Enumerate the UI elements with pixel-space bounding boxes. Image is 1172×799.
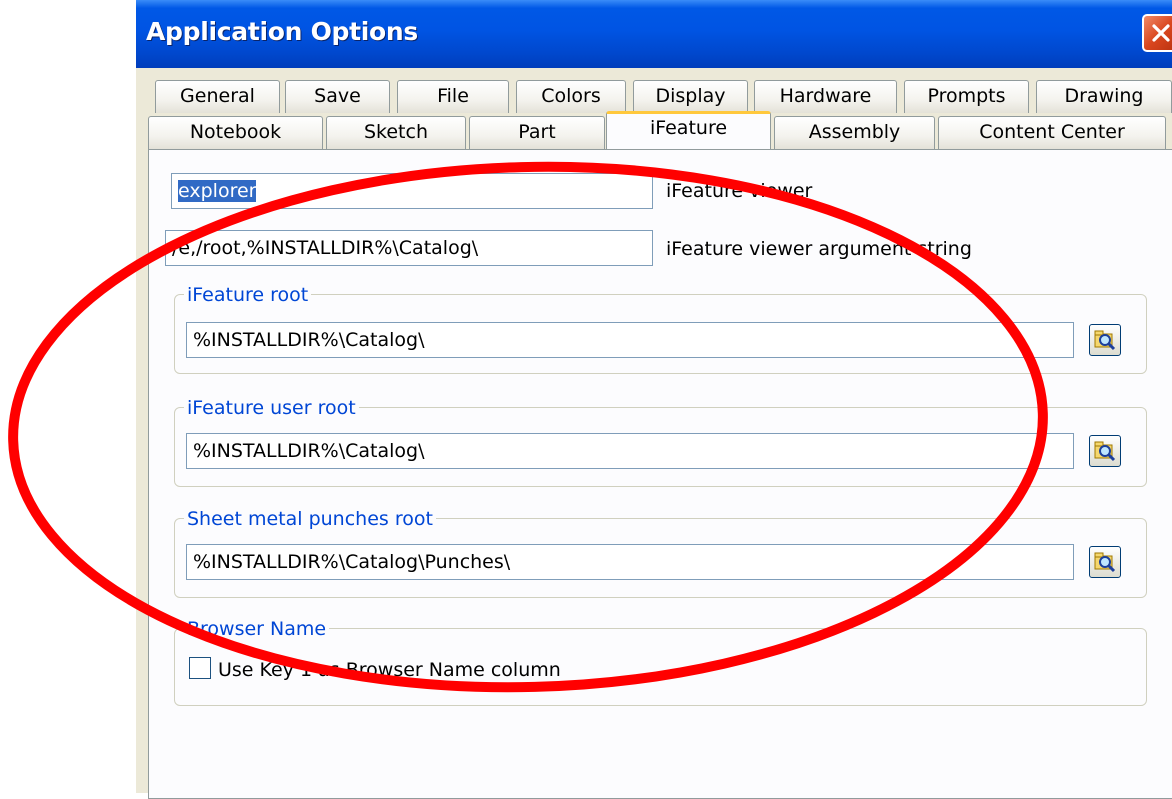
tab-assembly[interactable]: Assembly <box>774 116 935 149</box>
viewer-argument-label: iFeature viewer argument string <box>666 238 972 260</box>
punches-root-input[interactable]: %INSTALLDIR%\Catalog\Punches\ <box>186 544 1074 580</box>
ifeature-viewer-value: explorer <box>178 180 257 202</box>
folder-search-icon <box>1094 441 1116 462</box>
tab-file[interactable]: File <box>397 80 509 113</box>
ifeature-viewer-label: iFeature viewer <box>666 180 813 202</box>
ifeature-viewer-input[interactable]: explorer <box>171 173 653 209</box>
close-icon <box>1152 24 1170 42</box>
tab-colors[interactable]: Colors <box>516 80 626 113</box>
tab-part[interactable]: Part <box>469 116 605 149</box>
browser-name-legend: Browser Name <box>184 618 330 640</box>
viewer-argument-input[interactable]: /e,/root,%INSTALLDIR%\Catalog\ <box>165 230 653 266</box>
punches-root-browse-button[interactable] <box>1089 546 1121 578</box>
ifeature-root-legend: iFeature root <box>184 284 312 306</box>
tab-general[interactable]: General <box>155 80 280 113</box>
tab-hardware[interactable]: Hardware <box>754 80 897 113</box>
tab-prompts[interactable]: Prompts <box>904 80 1029 113</box>
use-key1-checkbox[interactable] <box>189 657 211 679</box>
ifeature-root-browse-button[interactable] <box>1089 324 1121 356</box>
ifeature-user-root-input[interactable]: %INSTALLDIR%\Catalog\ <box>186 433 1074 469</box>
tab-save[interactable]: Save <box>285 80 390 113</box>
folder-search-icon <box>1094 330 1116 351</box>
folder-search-icon <box>1094 552 1116 573</box>
ifeature-user-root-browse-button[interactable] <box>1089 435 1121 467</box>
title-bar[interactable]: Application Options <box>136 0 1172 68</box>
tab-sketch[interactable]: Sketch <box>326 116 466 149</box>
ifeature-root-input[interactable]: %INSTALLDIR%\Catalog\ <box>186 322 1074 358</box>
tab-drawing[interactable]: Drawing <box>1036 80 1172 113</box>
close-button[interactable] <box>1142 14 1172 52</box>
tab-display[interactable]: Display <box>633 80 748 113</box>
ifeature-user-root-legend: iFeature user root <box>184 397 359 419</box>
tab-ifeature[interactable]: iFeature <box>606 111 771 149</box>
window-title: Application Options <box>146 17 418 46</box>
tab-notebook[interactable]: Notebook <box>148 116 323 149</box>
tab-content-center[interactable]: Content Center <box>938 116 1166 149</box>
use-key1-checkbox-label[interactable]: Use Key 1 as Browser Name column <box>218 659 561 681</box>
punches-root-legend: Sheet metal punches root <box>184 508 436 530</box>
